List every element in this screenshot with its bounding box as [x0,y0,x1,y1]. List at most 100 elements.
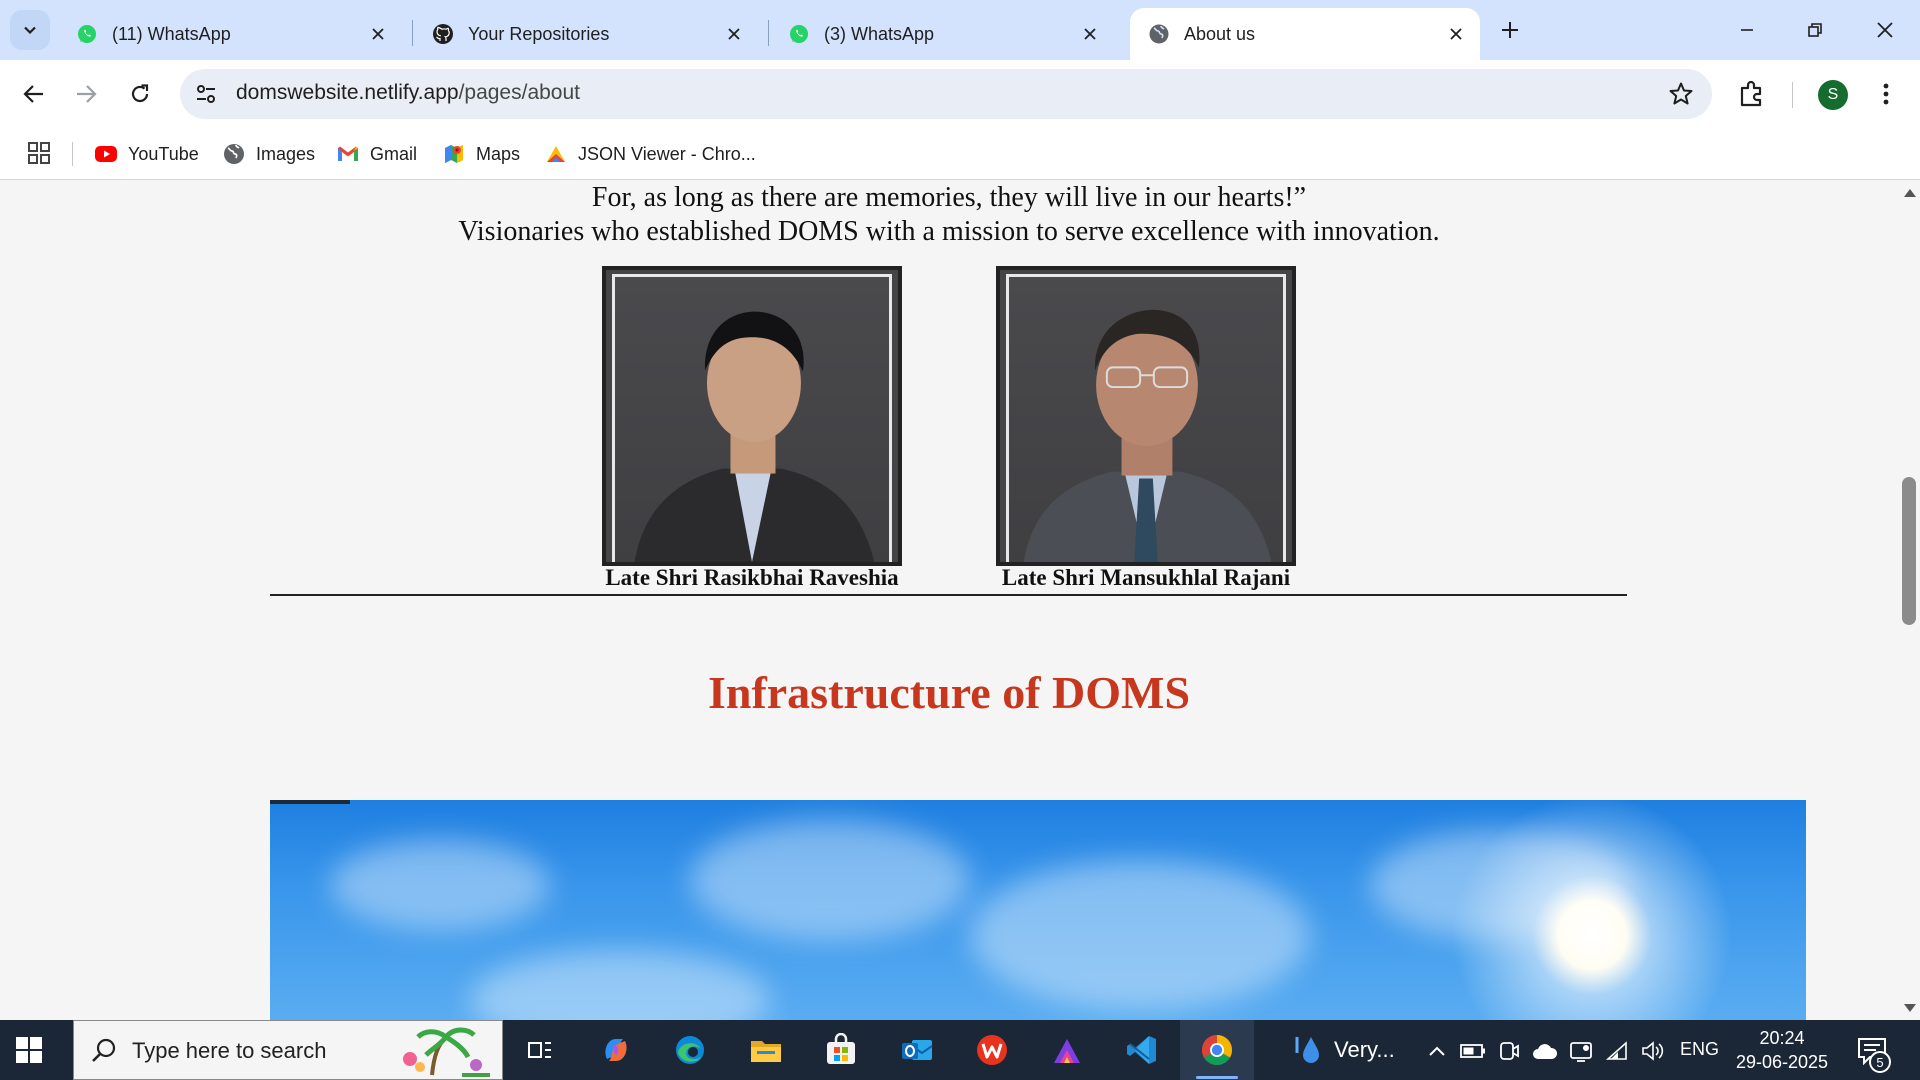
battery-status[interactable] [1460,1038,1486,1064]
tab-separator [412,20,413,46]
wps-office-button[interactable] [972,1030,1012,1070]
onedrive-button[interactable] [1532,1038,1558,1064]
close-icon[interactable] [724,24,744,44]
windows-taskbar: Type here to search Very... ENG 20:24 29… [0,1020,1920,1080]
arc-app-button[interactable] [1047,1030,1087,1070]
weather-text[interactable]: Very... [1334,1037,1395,1063]
close-icon[interactable] [1446,24,1466,44]
bookmark-maps[interactable]: Maps [442,139,520,169]
tab-whatsapp-2[interactable]: (3) WhatsApp [770,8,1114,60]
taskbar-search-placeholder: Type here to search [132,1038,327,1063]
notification-count-badge: 5 [1869,1051,1891,1073]
chevron-up-icon [1429,1046,1445,1056]
meet-now-button[interactable] [1496,1038,1522,1064]
minimize-icon [1741,29,1753,31]
forward-button[interactable] [66,74,106,114]
cloud-shape [970,860,1310,1010]
site-settings-icon[interactable] [194,82,218,106]
bookmarks-separator [72,142,73,166]
more-vert-icon [1883,83,1889,105]
rain-drop-icon [1295,1037,1319,1063]
close-window-button[interactable] [1860,10,1910,50]
extensions-icon[interactable] [1736,78,1768,110]
file-explorer-button[interactable] [746,1030,786,1070]
vscode-button[interactable] [1122,1030,1162,1070]
taskbar-search-box[interactable]: Type here to search [73,1020,503,1080]
tab-separator [768,20,769,46]
address-bar[interactable]: domswebsite.netlify.app/pages/about [180,69,1712,119]
reload-button[interactable] [120,74,160,114]
close-icon[interactable] [368,24,388,44]
person-photo-icon [634,311,875,562]
tab-search-button[interactable] [10,10,50,50]
volume-control[interactable] [1640,1038,1666,1064]
chrome-button[interactable] [1197,1030,1237,1070]
clock-time: 20:24 [1759,1028,1805,1048]
json-viewer-icon [547,146,565,162]
tab-about-us[interactable]: About us [1130,8,1480,60]
section-divider [270,594,1627,596]
speaker-icon [1642,1041,1664,1061]
wps-office-icon [977,1035,1007,1065]
edge-button[interactable] [670,1030,710,1070]
scroll-down-arrow-icon[interactable] [1904,1004,1916,1012]
whatsapp-icon [790,25,808,43]
page-scrollbar[interactable] [1898,181,1920,1020]
tab-title: (3) WhatsApp [824,23,935,44]
portrait-frame [1006,274,1286,562]
bookmark-label: YouTube [128,143,199,164]
copilot-button[interactable] [596,1030,636,1070]
bookmark-label: Maps [476,143,521,164]
scroll-up-arrow-icon[interactable] [1904,189,1916,197]
folder-icon [751,1041,781,1062]
bookmark-images[interactable]: Images [222,139,315,169]
bookmark-youtube[interactable]: YouTube [94,139,199,169]
browser-toolbar: domswebsite.netlify.app/pages/about S [0,60,1920,128]
scroll-thumb[interactable] [1902,477,1916,625]
cloud-icon [1533,1044,1558,1059]
wifi-icon [1605,1041,1627,1060]
browser-menu-button[interactable] [1874,78,1898,110]
show-hidden-icons-button[interactable] [1424,1038,1450,1064]
new-tab-button[interactable] [1494,14,1526,46]
url-path: /pages/about [458,81,580,104]
image-edge [270,800,350,804]
weather-widget[interactable] [1286,1030,1326,1070]
cloud-shape [1370,830,1630,940]
apps-grid-icon[interactable] [26,140,52,166]
arrow-left-icon [23,85,43,103]
back-button[interactable] [14,74,54,114]
bookmark-json-viewer[interactable]: JSON Viewer - Chro... [544,139,756,169]
input-language[interactable]: ENG [1680,1039,1719,1060]
restore-button[interactable] [1790,10,1840,50]
microsoft-store-button[interactable] [821,1030,861,1070]
chevron-down-icon [24,26,36,35]
restore-icon [1808,23,1822,37]
windows-start-icon[interactable] [16,1037,42,1063]
profile-avatar[interactable]: S [1818,80,1848,110]
tab-whatsapp-1[interactable]: (11) WhatsApp [58,8,402,60]
chrome-icon [1201,1035,1233,1066]
globe-icon [1149,24,1169,44]
founder-name-1: Late Shri Rasikbhai Raveshia [605,565,899,590]
network-status[interactable] [1604,1038,1630,1064]
tab-github[interactable]: Your Repositories [414,8,758,60]
portrait-frame [612,274,892,562]
url-text[interactable]: domswebsite.netlify.app/pages/about [236,81,580,105]
bookmark-star-icon[interactable] [1668,81,1694,107]
vscode-icon [1127,1036,1156,1064]
screen-capture-button[interactable] [1568,1038,1594,1064]
task-view-button[interactable] [520,1030,560,1070]
search-highlight-art-icon [403,1027,490,1077]
taskbar-clock[interactable]: 20:24 29-06-2025 [1734,1026,1830,1074]
globe-icon [224,144,244,164]
close-icon[interactable] [1080,24,1100,44]
bookmark-label: JSON Viewer - Chro... [578,143,756,164]
minimize-button[interactable] [1722,10,1772,50]
quote-line-2: Visionaries who established DOMS with a … [458,216,1440,247]
founder-portrait-1 [602,266,902,566]
tab-title: Your Repositories [468,23,610,44]
outlook-button[interactable] [897,1030,937,1070]
quote-line-1: For, as long as there are memories, they… [591,182,1307,213]
bookmark-gmail[interactable]: Gmail [336,139,417,169]
